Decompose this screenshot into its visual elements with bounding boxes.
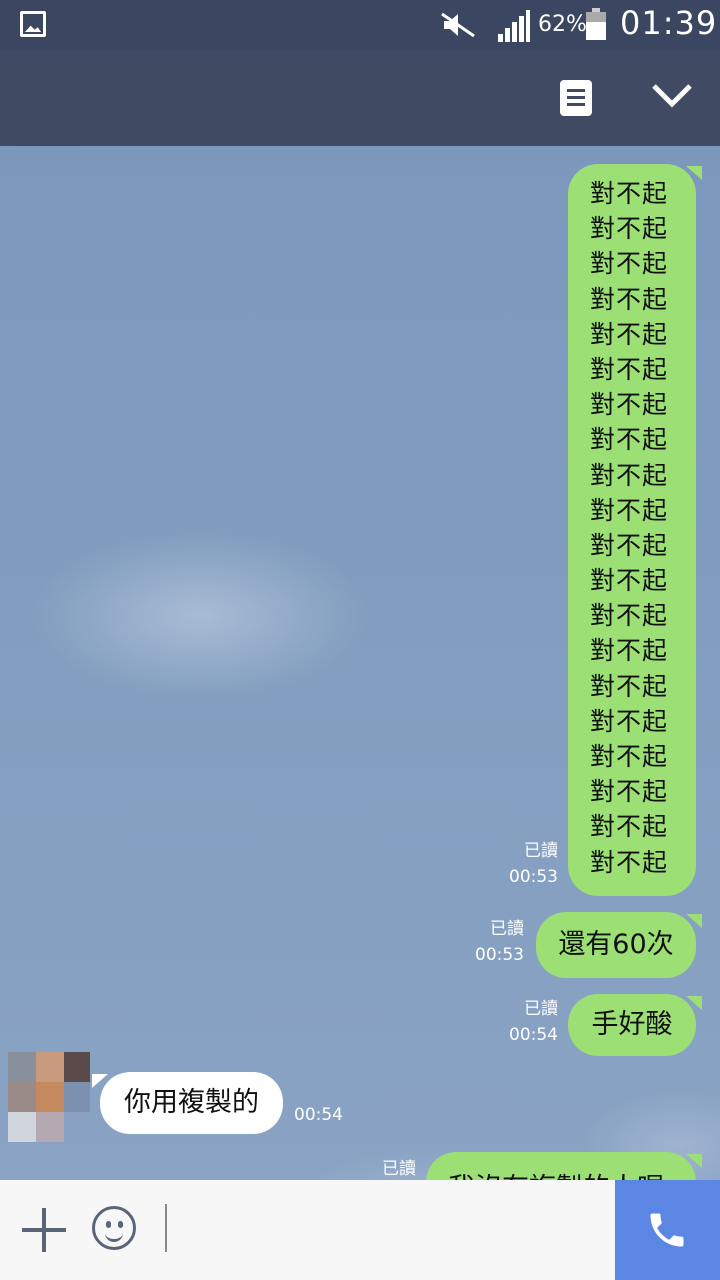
message-line: 對不起 — [590, 601, 669, 631]
message-line: 對不起 — [590, 847, 669, 877]
bubble-tail — [92, 1074, 108, 1088]
message-input[interactable] — [165, 1204, 167, 1252]
message-bubble-incoming[interactable]: 你用複製的 — [100, 1072, 283, 1134]
message-bubble[interactable]: 手好酸 — [568, 994, 696, 1056]
message-time: 00:54 — [509, 1025, 558, 1045]
message-bubble-sorry[interactable]: 對不起 對不起 對不起 對不起 對不起 對不起 對不起 對不起 對不起 對不起 對不起 對不起 對不起對… — [568, 164, 696, 896]
read-receipt: 已讀 — [524, 841, 558, 861]
call-button[interactable] — [615, 1180, 720, 1280]
message-meta: 已讀 00:54 — [500, 996, 558, 1048]
bubble-tail — [686, 1154, 702, 1168]
message-meta: 已讀 00:53 — [500, 838, 558, 890]
read-receipt: 已讀 — [490, 919, 524, 939]
bubble-tail — [686, 166, 702, 180]
message-line: 對不起 — [590, 742, 669, 771]
read-receipt: 已讀 — [524, 999, 558, 1019]
message-line: 對不起 — [590, 214, 669, 244]
signal-icon — [498, 10, 530, 42]
gallery-notification-icon — [20, 11, 46, 37]
clock: 01:39 — [620, 4, 718, 42]
message-line: 對不起 — [590, 460, 669, 490]
message-line: 對不起 — [590, 566, 669, 596]
mute-icon — [441, 12, 475, 38]
message-line: 對不起 — [590, 812, 669, 842]
message-line: 對不起 — [590, 354, 669, 384]
message-line: 對不起 — [590, 319, 669, 349]
message-line: 對不起 — [590, 706, 669, 736]
message-line: 對不起 — [590, 777, 669, 807]
battery-icon — [586, 8, 606, 40]
message-line: 對不起 — [590, 284, 669, 314]
message-line: 對不起 — [590, 530, 669, 560]
message-time: 00:53 — [509, 867, 558, 887]
avatar[interactable] — [8, 1052, 90, 1142]
input-bar — [0, 1180, 720, 1280]
read-receipt: 已讀 — [382, 1159, 416, 1179]
message-line: 對不起 — [590, 425, 669, 455]
bubble-tail — [686, 996, 702, 1010]
message-line: 對不起 — [590, 671, 669, 701]
chevron-down-icon[interactable] — [650, 80, 694, 110]
message-bubble[interactable]: 還有60次 — [536, 912, 696, 978]
message-line: 對不起 — [590, 390, 669, 420]
message-meta: 已讀 00:53 — [466, 916, 524, 968]
bubble-tail — [686, 914, 702, 928]
status-bar: 62% 01:39 — [0, 0, 720, 50]
message-line: 對不起 — [590, 249, 669, 279]
phone-icon — [650, 1213, 684, 1247]
chat-header — [0, 50, 720, 150]
emoji-icon[interactable] — [92, 1206, 136, 1250]
message-line: 對不起 — [590, 179, 669, 208]
message-line: 對不起 — [590, 495, 669, 525]
battery-percent: 62% — [538, 12, 587, 37]
chat-area[interactable]: 對不起 對不起 對不起 對不起 對不起 對不起 對不起 對不起 對不起 對不起 對不起 對不起 對不起對… — [0, 146, 720, 1180]
message-bubble[interactable]: 我沒有複製的人喔 — [426, 1152, 696, 1180]
message-line: 對不起 — [590, 636, 669, 666]
message-time: 00:54 — [294, 1105, 343, 1125]
message-time: 00:53 — [475, 945, 524, 965]
plus-icon[interactable] — [22, 1208, 66, 1252]
notes-icon[interactable] — [560, 80, 592, 116]
